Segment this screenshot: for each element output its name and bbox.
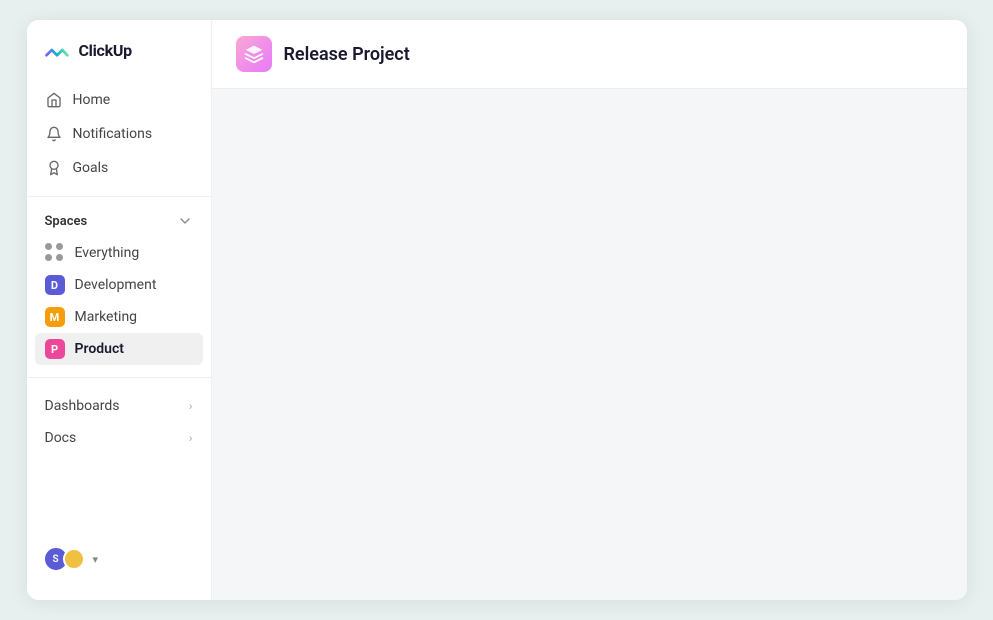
sidebar-item-product[interactable]: P Product — [35, 333, 203, 365]
goals-icon — [45, 159, 63, 177]
nav-goals-label: Goals — [73, 160, 109, 176]
sidebar: ClickUp Home No — [27, 20, 212, 600]
clickup-logo-icon — [43, 36, 71, 64]
dashboards-left: Dashboards — [45, 398, 120, 414]
logo-area[interactable]: ClickUp — [27, 36, 211, 84]
dashboards-label: Dashboards — [45, 398, 120, 414]
sidebar-item-dashboards[interactable]: Dashboards › — [27, 390, 211, 422]
sidebar-bottom[interactable]: S ▾ — [27, 534, 211, 584]
nav-item-notifications[interactable]: Notifications — [35, 118, 203, 150]
sidebar-item-everything[interactable]: Everything — [35, 237, 203, 269]
nav-items: Home Notifications Goals — [27, 84, 211, 184]
main-content: Release Project — [212, 20, 967, 600]
avatar-dropdown-icon: ▾ — [93, 553, 99, 566]
main-header: Release Project — [212, 20, 967, 89]
marketing-badge: M — [45, 307, 65, 327]
nav-item-goals[interactable]: Goals — [35, 152, 203, 184]
product-badge: P — [45, 339, 65, 359]
spaces-label: Spaces — [45, 214, 88, 229]
spaces-chevron-icon — [177, 213, 193, 229]
sidebar-divider-2 — [27, 377, 211, 378]
space-everything-label: Everything — [75, 245, 140, 261]
home-icon — [45, 91, 63, 109]
sidebar-divider — [27, 196, 211, 197]
project-icon — [236, 36, 272, 72]
avatar-stack: S — [43, 546, 85, 572]
space-product-label: Product — [75, 341, 124, 357]
nav-home-label: Home — [73, 92, 111, 108]
space-marketing-label: Marketing — [75, 309, 138, 325]
nav-item-home[interactable]: Home — [35, 84, 203, 116]
everything-dots-icon — [45, 243, 65, 263]
docs-label: Docs — [45, 430, 77, 446]
main-body — [212, 89, 967, 600]
docs-chevron-icon: › — [189, 431, 193, 445]
spaces-header[interactable]: Spaces — [27, 209, 211, 237]
dashboards-chevron-icon: › — [189, 399, 193, 413]
sidebar-item-development[interactable]: D Development — [35, 269, 203, 301]
nav-notifications-label: Notifications — [73, 126, 153, 142]
avatar-secondary — [63, 548, 85, 570]
docs-left: Docs — [45, 430, 77, 446]
project-title: Release Project — [284, 44, 410, 65]
bell-icon — [45, 125, 63, 143]
logo-text: ClickUp — [79, 41, 132, 60]
sidebar-item-docs[interactable]: Docs › — [27, 422, 211, 454]
sidebar-item-marketing[interactable]: M Marketing — [35, 301, 203, 333]
development-badge: D — [45, 275, 65, 295]
space-development-label: Development — [75, 277, 157, 293]
app-container: ClickUp Home No — [27, 20, 967, 600]
